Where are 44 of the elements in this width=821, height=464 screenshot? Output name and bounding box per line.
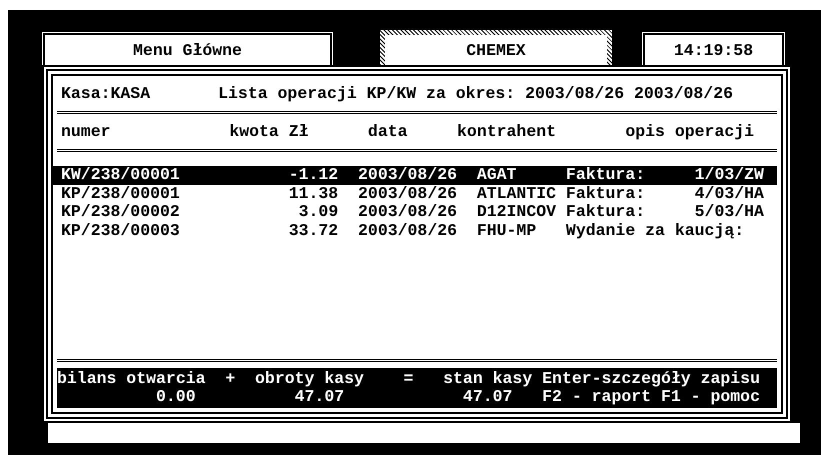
table-cell: 2003/08/26 [358,222,458,240]
table-cell-text: 33.72 [288,222,338,240]
cash-register-label: Kasa:KASA [61,84,150,103]
table-cell-text: 11.38 [288,184,338,203]
list-title: Lista operacji KP/KW za okres: 2003/08/26 2003/08/26 [218,84,734,103]
key-hint: Enter-szczegóły zapisu [542,370,760,388]
table-cell: 2003/08/26 [358,184,458,203]
table-row[interactable]: KP/238/00001 11.38 2003/08/26 ATLANTIC Faktura: 4/03/HA [53,184,781,203]
summary-label: bilans otwarcia [57,370,207,388]
company-title: CHEMEX [466,40,526,60]
key-hint: F2 - raport F1 - pomoc [542,388,760,406]
summary-label: obroty kasy [255,370,365,388]
plus-sign: + [225,370,236,388]
equals-sign: = [404,370,414,388]
clock-time: 14:19:58 [674,40,754,60]
table-row[interactable]: KW/238/00001 -1.12 2003/08/26 AGAT Faktura: 1/03/ZW [53,166,777,184]
table-cell-text: FHU-MP [476,222,538,240]
summary-label: stan kasy [442,370,534,388]
table-row[interactable]: KP/238/00002 3.09 2003/08/26 D12INCOV Faktura: 5/03/HA [53,203,781,222]
table-cell-text: KW/238/00001 [61,166,181,184]
column-header: data [368,122,408,141]
table-cell: Faktura: 5/03/HA [566,203,764,222]
table-row[interactable]: KP/238/00003 33.72 2003/08/26 FHU-MP Wydanie za kaucją: [53,222,781,240]
table-cell: D12INCOV [476,203,556,222]
table-cell: 2003/08/26 [358,166,458,184]
column-header: opis operacji [624,122,754,141]
table-cell-text: -1.12 [288,166,338,184]
column-header: kwota Zł [229,122,309,141]
menu-title: Menu Główne [133,40,242,60]
table-cell-text: KP/238/00001 [61,184,181,203]
column-header: kontrahent [457,122,556,141]
summary-value: 0.00 [155,388,197,406]
table-cell-text: KP/238/00002 [61,203,181,222]
table-cell-text: AGAT [476,166,518,184]
summary-value: 47.07 [294,388,346,406]
table-cell: 2003/08/26 [358,203,458,222]
table-cell: Faktura: 4/03/HA [566,184,764,203]
table-cell: Faktura: 1/03/ZW [566,166,764,184]
table-cell-text: Wydanie za kaucją: [566,222,746,240]
summary-value: 47.07 [462,388,514,406]
table-cell-text: KP/238/00003 [61,222,181,240]
table-cell-text: 3.09 [298,203,338,222]
table-cell: ATLANTIC [476,184,556,203]
column-header: numer [61,122,112,141]
